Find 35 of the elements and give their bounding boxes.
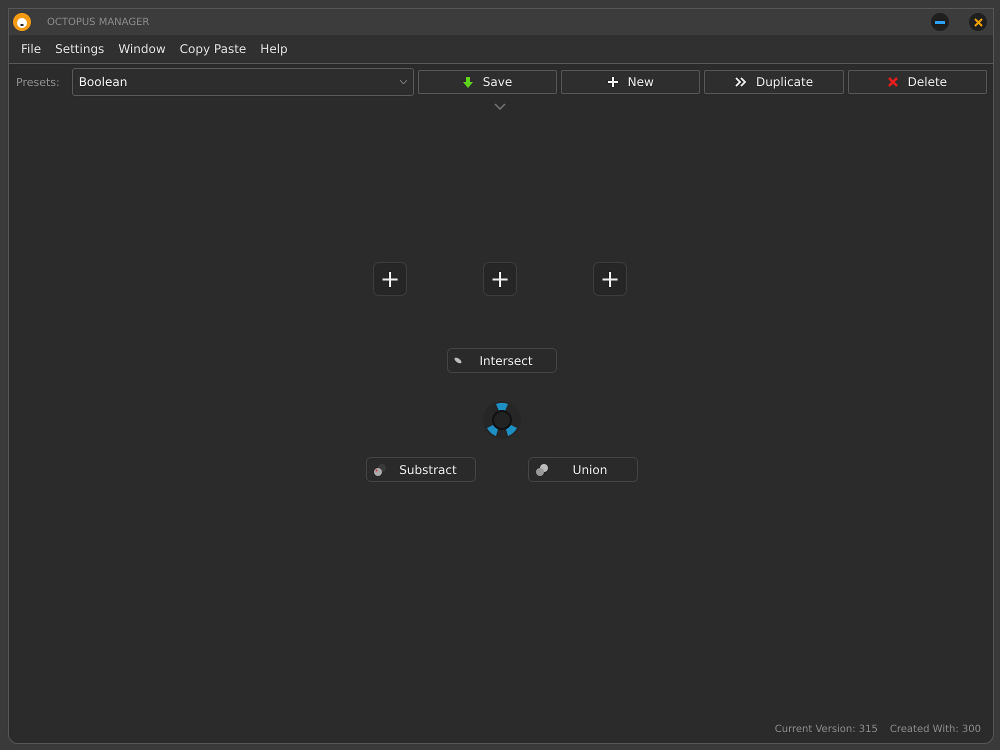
octopus-logo-icon bbox=[13, 13, 31, 31]
duplicate-button[interactable]: Duplicate bbox=[704, 70, 844, 94]
window-title: OCTOPUS MANAGER bbox=[47, 16, 150, 28]
plus-icon bbox=[608, 77, 618, 87]
delete-button[interactable]: Delete bbox=[848, 70, 987, 94]
minimize-button[interactable] bbox=[931, 13, 949, 31]
minimize-icon bbox=[935, 20, 945, 24]
down-arrow-icon bbox=[462, 76, 473, 88]
menu-item[interactable]: Settings bbox=[48, 42, 112, 56]
new-button[interactable]: New bbox=[561, 70, 700, 94]
menu-item[interactable]: Help bbox=[253, 42, 295, 56]
double-chevron-icon bbox=[734, 77, 746, 87]
add-slot-button[interactable]: + bbox=[593, 262, 627, 296]
presets-dropdown[interactable]: Boolean bbox=[72, 68, 414, 96]
pie-menu-hub-icon bbox=[482, 400, 522, 440]
add-slot-button[interactable]: + bbox=[483, 262, 517, 296]
current-version-text: Current Version: 315 bbox=[774, 724, 878, 735]
menu-item[interactable]: Copy Paste bbox=[172, 42, 254, 56]
cross-icon bbox=[888, 77, 898, 87]
close-icon bbox=[974, 18, 982, 26]
spheres-icon bbox=[373, 462, 387, 476]
menu-item[interactable]: Window bbox=[111, 42, 173, 56]
close-button[interactable] bbox=[969, 13, 987, 31]
lens-icon bbox=[454, 357, 462, 364]
union-button[interactable]: Union bbox=[528, 457, 638, 482]
intersect-button[interactable]: Intersect bbox=[447, 348, 557, 373]
spheres-icon bbox=[535, 462, 549, 476]
menu-item[interactable]: File bbox=[14, 42, 48, 56]
subtract-button[interactable]: Substract bbox=[366, 457, 476, 482]
add-slot-button[interactable]: + bbox=[373, 262, 407, 296]
created-with-text: Created With: 300 bbox=[890, 724, 981, 735]
save-button[interactable]: Save bbox=[418, 70, 558, 94]
caret-icon bbox=[400, 80, 407, 84]
presets-label: Presets: bbox=[16, 76, 61, 88]
chevron-icon[interactable] bbox=[494, 103, 506, 110]
